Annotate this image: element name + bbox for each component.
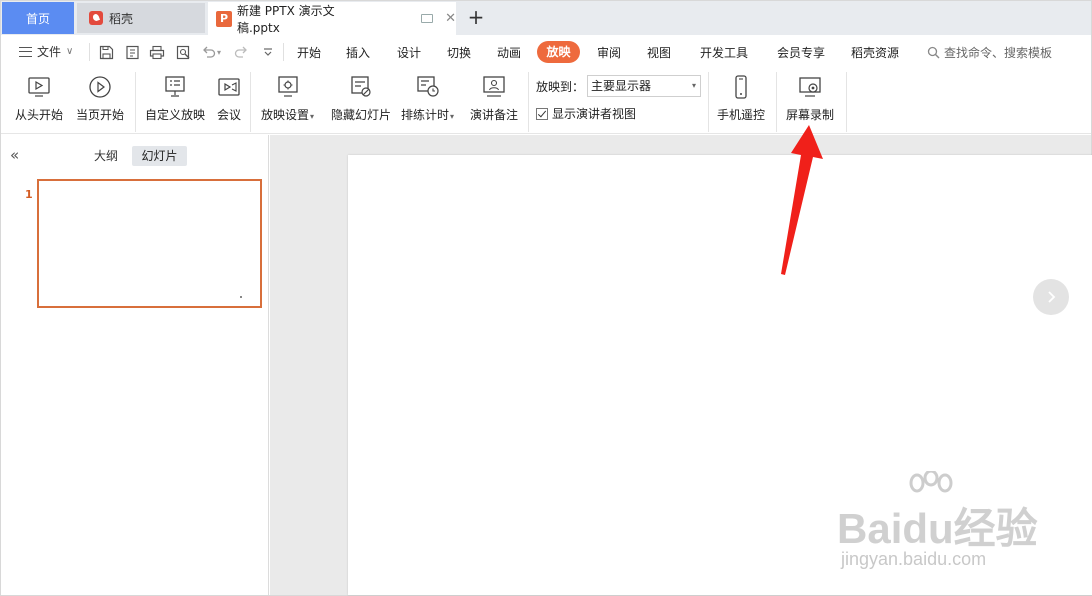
custom-show-button[interactable]: 自定义放映: [145, 74, 205, 123]
baidu-watermark: Baidu经验 jingyan.baidu.com: [837, 471, 1047, 581]
menu-transition[interactable]: 切换: [447, 44, 471, 61]
tab-slides[interactable]: 幻灯片: [132, 146, 187, 166]
search-icon: [927, 46, 940, 59]
rehearse-timing-button[interactable]: 排练计时▾: [401, 74, 454, 123]
tab-daoke[interactable]: 稻壳: [77, 3, 205, 33]
menu-view[interactable]: 视图: [647, 44, 671, 61]
hamburger-icon: [19, 46, 32, 57]
command-search[interactable]: 查找命令、搜索模板: [927, 44, 1052, 61]
menu-review[interactable]: 审阅: [597, 44, 621, 61]
customize-toolbar-icon[interactable]: [259, 43, 277, 61]
hide-slide-label: 隐藏幻灯片: [331, 108, 392, 122]
tab-daoke-label: 稻壳: [109, 11, 134, 26]
menu-member[interactable]: 会员专享: [777, 44, 825, 61]
menu-animation[interactable]: 动画: [497, 44, 521, 61]
meeting-label: 会议: [216, 108, 241, 122]
divider: [528, 72, 529, 132]
phone-remote-icon: [728, 74, 754, 100]
undo-dropdown-icon[interactable]: ▾: [214, 43, 224, 61]
divider: [89, 43, 90, 61]
file-menu-label: 文件: [37, 45, 62, 59]
show-settings-label-wrap: 放映设置▾: [261, 106, 314, 123]
speaker-notes-button[interactable]: 演讲备注: [470, 74, 518, 123]
slides-panel: « 大纲 幻灯片 1: [1, 135, 269, 595]
presenter-view-checkbox[interactable]: 显示演讲者视图: [536, 105, 636, 122]
export-pdf-icon[interactable]: [123, 43, 141, 61]
play-circle-icon: [87, 74, 113, 100]
screen-record-icon: [797, 74, 823, 100]
slide-thumbnail[interactable]: [37, 179, 262, 308]
chevron-down-icon: ∨: [66, 46, 74, 57]
phone-remote-label: 手机遥控: [717, 108, 766, 122]
command-search-placeholder: 查找命令、搜索模板: [944, 46, 1053, 60]
screen-record-button[interactable]: 屏幕录制: [786, 74, 834, 123]
file-menu-button[interactable]: 文件 ∨: [19, 43, 73, 60]
from-start-button[interactable]: 从头开始: [15, 74, 63, 123]
print-preview-icon[interactable]: [174, 43, 192, 61]
hide-slide-icon: [348, 74, 374, 100]
video-meeting-icon: [216, 74, 242, 100]
from-current-label: 当页开始: [76, 108, 125, 122]
annotation-arrow-icon: [781, 125, 823, 275]
tab-home[interactable]: 首页: [2, 2, 74, 34]
from-current-button[interactable]: 当页开始: [76, 74, 124, 123]
divider: [283, 43, 284, 61]
menu-start[interactable]: 开始: [297, 44, 321, 61]
new-tab-button[interactable]: +: [464, 5, 488, 31]
collapse-panel-icon[interactable]: «: [10, 146, 19, 164]
menu-insert[interactable]: 插入: [346, 44, 370, 61]
tab-home-label: 首页: [25, 11, 50, 26]
menu-slideshow-active[interactable]: 放映: [537, 41, 580, 63]
play-to-label: 放映到：: [536, 80, 585, 94]
next-slide-icon[interactable]: [1033, 279, 1069, 315]
play-to-select[interactable]: 主要显示器 ▾: [587, 75, 701, 97]
pptx-file-icon: P: [216, 10, 232, 27]
tab-document[interactable]: P 新建 PPTX 演示文稿.pptx ✕: [208, 2, 456, 35]
dropdown-caret-icon: ▾: [310, 112, 315, 121]
divider: [250, 72, 251, 132]
play-to-value: 主要显示器: [591, 79, 652, 93]
from-start-label: 从头开始: [15, 108, 64, 122]
play-from-start-icon: [26, 74, 52, 100]
watermark-brand: Baidu经验: [837, 505, 1038, 552]
rehearse-label-wrap: 排练计时▾: [401, 106, 454, 123]
divider: [708, 72, 709, 132]
phone-remote-button[interactable]: 手机遥控: [717, 74, 765, 123]
close-tab-icon[interactable]: ✕: [445, 11, 456, 26]
tab-outline[interactable]: 大纲: [94, 147, 118, 164]
presenter-view-label: 显示演讲者视图: [552, 107, 637, 121]
dropdown-caret-icon: ▾: [450, 112, 455, 121]
custom-show-icon: [162, 74, 188, 100]
menu-bar: 文件 ∨ ▾ 开始 插入 设计 切换 动画 放映 审阅 视图 开发工具 会员专享…: [1, 35, 1091, 68]
divider: [846, 72, 847, 132]
app-window: 首页 稻壳 P 新建 PPTX 演示文稿.pptx ✕ + 文件 ∨ ▾ 开始 …: [0, 0, 1092, 596]
watermark-url: jingyan.baidu.com: [841, 549, 987, 569]
save-icon[interactable]: [97, 43, 115, 61]
speaker-notes-label: 演讲备注: [470, 108, 519, 122]
tab-bar: 首页 稻壳 P 新建 PPTX 演示文稿.pptx ✕ +: [1, 1, 1091, 35]
divider: [135, 72, 136, 132]
show-settings-button[interactable]: 放映设置▾: [261, 74, 314, 123]
print-icon[interactable]: [148, 43, 166, 61]
thumbnail-mark: [240, 296, 242, 298]
daoke-logo-icon: [89, 11, 103, 25]
meeting-button[interactable]: 会议: [216, 74, 242, 123]
settings-screen-icon: [275, 74, 301, 100]
menu-daoke-resources[interactable]: 稻壳资源: [851, 44, 899, 61]
speaker-notes-icon: [481, 74, 507, 100]
ribbon-slideshow: 从头开始 当页开始 自定义放映 会议 放映设置▾ 隐藏幻灯片 排练计时▾ 演讲备…: [1, 68, 1091, 134]
tab-document-label: 新建 PPTX 演示文稿.pptx: [236, 3, 335, 35]
slide-number: 1: [25, 188, 33, 201]
timer-icon: [415, 74, 441, 100]
menu-developer[interactable]: 开发工具: [700, 44, 748, 61]
checkbox-checked-icon[interactable]: [536, 107, 548, 120]
dropdown-caret-icon: ▾: [691, 81, 696, 90]
window-pin-icon[interactable]: [421, 14, 434, 23]
custom-show-label: 自定义放映: [145, 108, 206, 122]
show-settings-label: 放映设置: [261, 108, 310, 122]
redo-icon[interactable]: [232, 43, 250, 61]
rehearse-timing-label: 排练计时: [401, 108, 450, 122]
menu-design[interactable]: 设计: [397, 44, 421, 61]
hide-slide-button[interactable]: 隐藏幻灯片: [331, 74, 391, 123]
